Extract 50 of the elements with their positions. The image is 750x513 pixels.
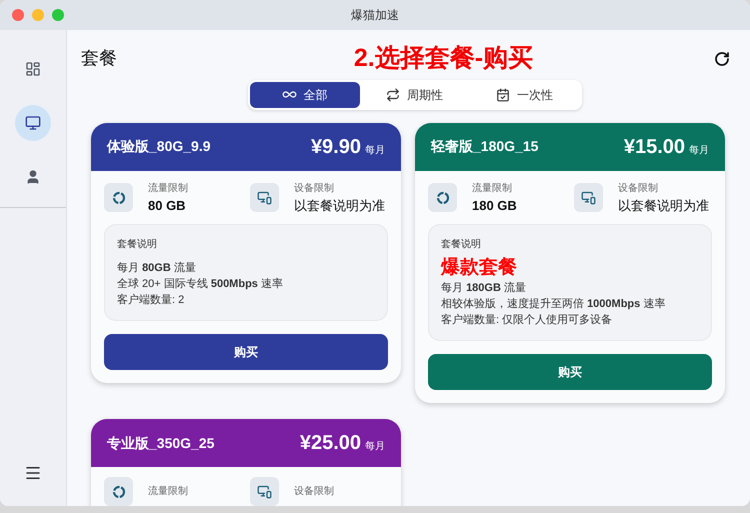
plan-name: 专业版_350G_25 xyxy=(107,434,214,452)
filter-tab[interactable]: 全部 xyxy=(250,82,360,108)
price-period: 每月 xyxy=(365,144,385,158)
device-label: 设备限制 xyxy=(618,182,659,196)
filter-tab[interactable]: 周期性 xyxy=(360,82,470,108)
ring-icon xyxy=(436,190,450,205)
menu-icon xyxy=(24,464,42,482)
price-period: 每月 xyxy=(689,144,709,158)
page-title: 套餐 xyxy=(81,47,117,70)
description-line: 全球 20+ 国际专线 500Mbps 速率 xyxy=(117,276,284,292)
buy-button[interactable]: 购买 xyxy=(104,334,388,370)
plan-price: ¥25.00 xyxy=(300,431,361,456)
plan-name: 体验版_80G_9.9 xyxy=(107,137,210,156)
plan-price: ¥15.00 xyxy=(624,134,685,160)
annotation-text: 2.选择套餐-购买 xyxy=(354,43,534,74)
ring-icon xyxy=(112,190,126,205)
calendar-check-icon xyxy=(496,88,510,102)
description-line: 相较体验版，速度提升至两倍 1000Mbps 速率 xyxy=(441,296,666,312)
device-label: 设备限制 xyxy=(294,484,334,499)
buy-button[interactable]: 购买 xyxy=(428,354,712,390)
plan-price: ¥9.90 xyxy=(310,134,361,160)
traffic-label: 流量限制 xyxy=(148,182,188,196)
traffic-value: 80 GB xyxy=(148,196,187,214)
description-line: 每月 80GB 流量 xyxy=(117,260,197,276)
description-title: 套餐说明 xyxy=(117,238,158,252)
traffic-label: 流量限制 xyxy=(472,182,513,196)
price-period: 每月 xyxy=(365,440,385,454)
traffic-label: 流量限制 xyxy=(148,484,188,499)
devices-icon xyxy=(257,190,272,206)
devices-icon xyxy=(581,190,596,206)
description-line: 客户端数量: 2 xyxy=(117,292,186,308)
dashboard-icon xyxy=(25,61,41,77)
refresh-icon xyxy=(714,50,730,67)
plan-name: 轻奢版_180G_15 xyxy=(431,137,538,156)
device-value: 以套餐说明为准 xyxy=(618,196,709,214)
user-icon xyxy=(25,169,41,185)
traffic-value: 180 GB xyxy=(472,196,517,214)
window-title: 爆猫加速 xyxy=(351,7,399,24)
device-value: 以套餐说明为准 xyxy=(294,196,385,214)
description-line: 客户端数量: 仅限个人使用可多设备 xyxy=(441,312,614,328)
description-line: 每月 180GB 流量 xyxy=(441,280,527,296)
description-title: 套餐说明 xyxy=(441,238,482,252)
monitor-icon xyxy=(25,115,41,131)
device-label: 设备限制 xyxy=(294,182,335,196)
sidebar-item[interactable] xyxy=(15,105,51,141)
ring-icon xyxy=(112,484,126,498)
devices-icon xyxy=(257,484,272,499)
filter-tab[interactable]: 一次性 xyxy=(470,82,580,108)
repeat-icon xyxy=(386,88,400,102)
highlight-text: 爆款套餐 xyxy=(441,256,518,280)
